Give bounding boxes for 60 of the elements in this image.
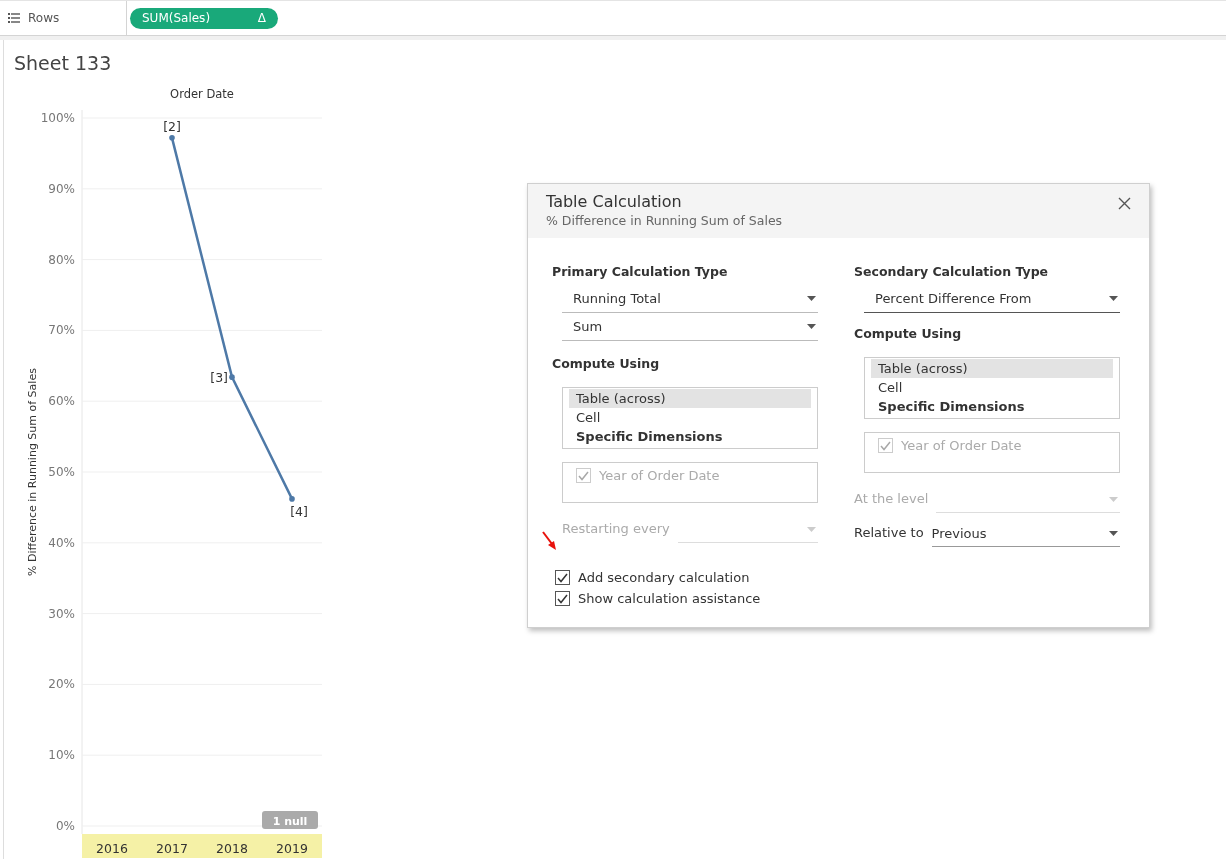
axis-tick-label: 2018 <box>216 841 248 856</box>
section-heading: Compute Using <box>552 355 661 373</box>
axis-tick-label: 30% <box>48 606 75 621</box>
axis-tick-label: 2016 <box>96 841 128 856</box>
section-heading: Secondary Calculation Type <box>854 263 1050 281</box>
axis-tick-label: 90% <box>48 181 75 196</box>
list-item[interactable]: Specific Dimensions <box>871 397 1113 416</box>
close-icon[interactable] <box>1118 197 1131 210</box>
data-point <box>289 496 295 502</box>
axis-tick-label: 100% <box>40 111 75 125</box>
null-indicator: 1 null <box>262 811 318 829</box>
section-heading: Primary Calculation Type <box>552 263 729 281</box>
dialog-subtitle: % Difference in Running Sum of Sales <box>546 212 783 229</box>
data-label: [2] <box>163 118 181 134</box>
data-point <box>169 135 175 141</box>
list-item[interactable]: Table (across) <box>569 389 811 408</box>
checkbox[interactable] <box>555 570 570 585</box>
checkbox-label: Year of Order Date <box>599 467 720 485</box>
axis-tick-label: 80% <box>48 252 75 267</box>
shelf-label: Rows <box>28 10 60 27</box>
list-item[interactable]: Specific Dimensions <box>569 427 811 446</box>
dialog-title: Table Calculation <box>546 192 683 212</box>
dropdown-caret-icon <box>1109 531 1118 536</box>
axis-title: % Difference in Running Sum of Sales <box>26 368 39 576</box>
dropdown-caret-icon <box>807 324 816 329</box>
axis-tick-label: 0% <box>55 819 75 833</box>
axis-tick-label: 2019 <box>276 841 308 856</box>
dropdown-caret-icon <box>1109 296 1118 301</box>
dropdown[interactable]: Sum <box>562 313 818 341</box>
axis-tick-label: 2017 <box>156 841 188 856</box>
list-item[interactable]: Table (across) <box>871 359 1113 378</box>
field-label: At the level <box>854 489 929 508</box>
arrow-annotation-icon <box>542 531 558 551</box>
dropdown[interactable]: Percent Difference From <box>864 285 1120 313</box>
sheet-title: Sheet 133 <box>13 51 113 75</box>
data-point <box>229 374 235 380</box>
axis-tick-label: 70% <box>48 323 75 338</box>
checkbox[interactable] <box>555 591 570 606</box>
dropdown-caret-icon <box>807 527 816 532</box>
list-item[interactable]: Cell <box>871 378 1113 397</box>
list-icon <box>8 13 20 23</box>
column-header: Order Date <box>170 87 234 101</box>
axis-tick-label: 20% <box>48 677 75 692</box>
dropdown[interactable]: Running Total <box>562 285 818 313</box>
checkbox-label: Year of Order Date <box>901 437 1022 455</box>
axis-tick-label: 40% <box>48 535 75 550</box>
data-label: [4] <box>290 503 308 519</box>
field-label: Restarting every <box>562 519 670 538</box>
dropdown[interactable]: Previous <box>931 521 1120 547</box>
axis-tick-label: 10% <box>48 748 75 763</box>
axis-tick-label: 50% <box>48 465 75 479</box>
dropdown-caret-icon <box>807 296 816 301</box>
section-heading: Compute Using <box>854 325 963 343</box>
field-label: Relative to <box>854 523 924 542</box>
axis-tick-label: 60% <box>48 394 75 409</box>
data-label: [3] <box>210 370 228 386</box>
checkbox-label: Show calculation assistance <box>578 590 761 608</box>
checkbox-label: Add secondary calculation <box>578 569 750 587</box>
dropdown-caret-icon <box>1109 497 1118 502</box>
list-item[interactable]: Cell <box>569 408 811 427</box>
